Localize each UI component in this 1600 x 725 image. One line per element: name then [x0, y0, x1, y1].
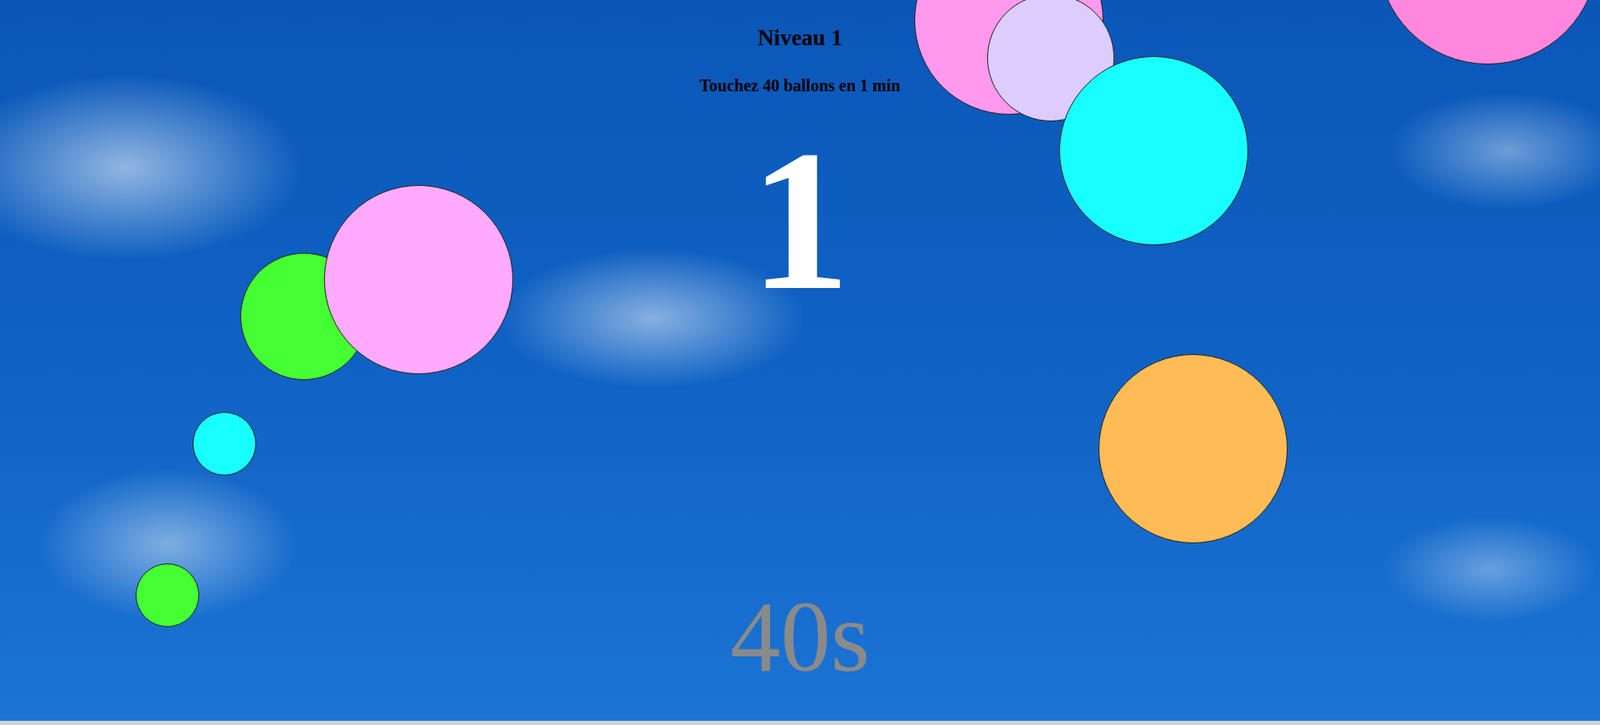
- balloon[interactable]: [324, 185, 514, 375]
- level-title: Niveau 1: [757, 23, 843, 53]
- balloon[interactable]: [192, 411, 257, 476]
- level-goal: Touchez 40 ballons en 1 min: [699, 74, 901, 97]
- game-screen: Niveau 1 Touchez 40 ballons en 1 min 1 40s: [0, 0, 1600, 725]
- balloon[interactable]: [135, 563, 200, 628]
- balloon[interactable]: [1098, 354, 1288, 544]
- hud: Niveau 1 Touchez 40 ballons en 1 min 1 40s: [0, 0, 1600, 721]
- balloon[interactable]: [1377, 0, 1599, 65]
- balloon[interactable]: [1059, 56, 1249, 246]
- countdown: 1: [750, 119, 851, 321]
- bottom-bar: [0, 720, 1600, 725]
- timer: 40s: [730, 586, 870, 688]
